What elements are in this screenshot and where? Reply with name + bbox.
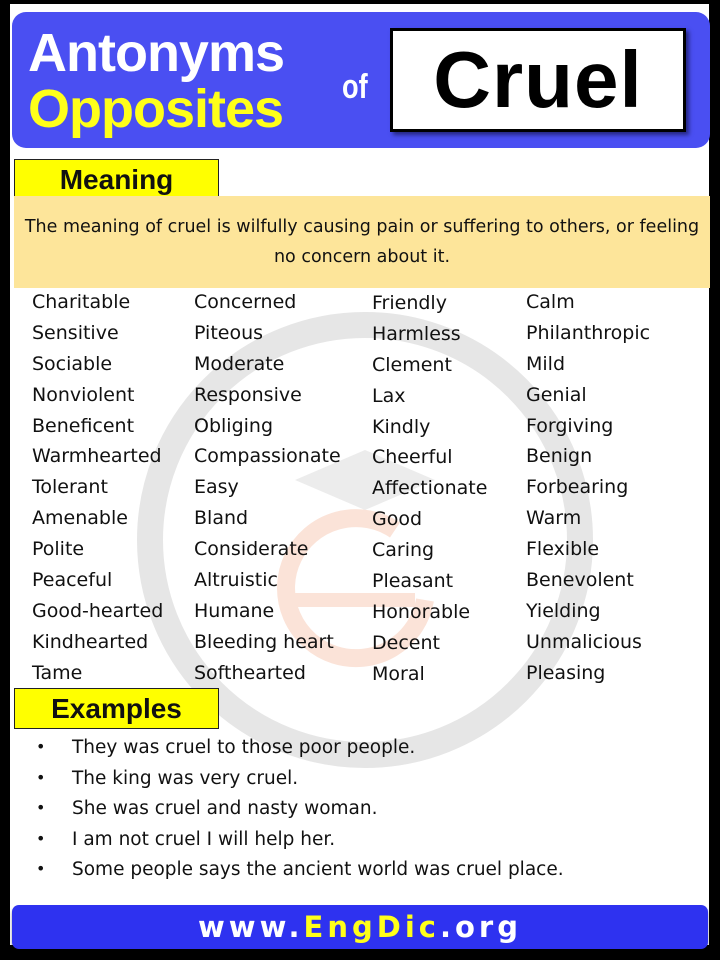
antonym-word: Considerate — [194, 538, 309, 561]
antonym-word: Good — [372, 508, 423, 531]
bullet-icon: • — [36, 859, 46, 878]
antonym-word: Caring — [372, 539, 435, 562]
antonym-word: Forgiving — [526, 414, 614, 437]
antonym-word: Peaceful — [32, 569, 113, 592]
antonym-word: Flexible — [526, 538, 600, 561]
example-item: • Some people says the ancient world was … — [36, 859, 564, 890]
example-item: • She was cruel and nasty woman. — [36, 798, 564, 829]
antonyms-column-1: Charitable Sensitive Sociable Nonviolent Ben… — [32, 290, 163, 692]
antonym-word: Polite — [32, 538, 85, 561]
antonym-word: Sociable — [32, 352, 113, 375]
antonym-word: Bland — [194, 507, 249, 530]
antonym-word: Concerned — [194, 291, 297, 313]
example-text: The king was very cruel. — [72, 767, 299, 789]
antonym-word: Piteous — [194, 321, 264, 344]
example-item: • I am not cruel I will help her. — [36, 829, 564, 860]
antonym-word: Philanthropic — [526, 321, 651, 344]
bullet-icon: • — [36, 767, 46, 787]
antonym-word: Moderate — [194, 352, 285, 375]
bullet-icon: • — [36, 737, 46, 756]
meaning-text: The meaning of cruel is wilfully causing… — [14, 196, 710, 288]
headword: Cruel — [433, 35, 643, 124]
examples-list: • They was cruel to those poor people. • Th… — [36, 737, 564, 890]
antonym-word: Pleasing — [526, 661, 606, 684]
antonyms-column-2: Concerned Piteous Moderate Responsive Obligi… — [194, 290, 341, 692]
antonym-word: Forbearing — [526, 476, 629, 499]
footer-suffix: .org — [439, 910, 522, 944]
antonym-word: Kindly — [372, 415, 431, 438]
antonym-word: Warmhearted — [32, 445, 162, 468]
antonym-word: Charitable — [32, 291, 131, 313]
footer-banner: www. EngDic .org — [12, 905, 708, 949]
antonym-word: Tolerant — [32, 476, 108, 499]
bullet-icon: • — [36, 828, 46, 848]
antonym-word: Sensitive — [32, 321, 119, 344]
antonym-word: Compassionate — [194, 445, 341, 468]
antonym-word: Nonviolent — [32, 383, 135, 406]
example-item: • They was cruel to those poor people. — [36, 737, 564, 768]
antonym-word: Responsive — [194, 383, 302, 406]
antonym-word: Affectionate — [372, 477, 488, 500]
antonym-word: Bleeding heart — [194, 630, 334, 653]
title-opposites: Opposites — [28, 79, 284, 139]
antonym-word: Mild — [526, 352, 566, 375]
antonyms-column-4: Calm Philanthropic Mild Genial Forgiving Beni… — [526, 290, 650, 692]
antonym-word: Cheerful — [372, 446, 453, 469]
antonym-word: Yielding — [526, 599, 601, 622]
example-item: • The king was very cruel. — [36, 768, 564, 799]
example-text: Some people says the ancient world was c… — [72, 859, 564, 880]
antonym-word: Kindhearted — [32, 630, 149, 653]
antonym-word: Genial — [526, 383, 587, 406]
antonyms-column-3: Friendly Harmless Clement Lax Kindly Cheerful… — [372, 291, 487, 693]
antonym-word: Harmless — [372, 322, 461, 345]
antonym-word: Softhearted — [194, 661, 306, 684]
antonym-word: Lax — [372, 384, 406, 407]
antonym-word: Moral — [372, 662, 425, 685]
example-text: She was cruel and nasty woman. — [72, 798, 378, 819]
antonym-word: Friendly — [372, 292, 447, 314]
bullet-icon: • — [36, 798, 46, 817]
title-antonyms: Antonyms — [28, 23, 285, 83]
antonym-word: Benign — [526, 445, 593, 468]
antonym-word: Clement — [372, 353, 452, 376]
antonym-word: Humane — [194, 599, 275, 622]
example-text: I am not cruel I will help her. — [72, 828, 336, 850]
antonym-word: Calm — [526, 291, 575, 313]
antonym-word: Beneficent — [32, 414, 135, 437]
antonym-word: Obliging — [194, 414, 274, 437]
headword-box: Cruel — [390, 28, 686, 132]
antonym-word: Altruistic — [194, 569, 278, 592]
antonym-word: Pleasant — [372, 570, 454, 593]
title-connector: of — [342, 68, 368, 106]
antonym-word: Warm — [526, 507, 582, 530]
example-text: They was cruel to those poor people. — [72, 737, 416, 758]
antonym-word: Amenable — [32, 507, 128, 530]
antonym-word: Tame — [32, 661, 83, 684]
antonym-word: Good-hearted — [32, 599, 164, 622]
antonym-word: Decent — [372, 631, 440, 654]
antonym-word: Benevolent — [526, 569, 634, 592]
antonym-word: Honorable — [372, 600, 471, 623]
footer-brand: EngDic — [303, 910, 440, 944]
meaning-label: Meaning — [14, 159, 219, 200]
footer-prefix: www. — [198, 910, 304, 944]
examples-label: Examples — [14, 688, 219, 729]
antonym-word: Easy — [194, 476, 239, 499]
antonym-word: Unmalicious — [526, 630, 642, 653]
